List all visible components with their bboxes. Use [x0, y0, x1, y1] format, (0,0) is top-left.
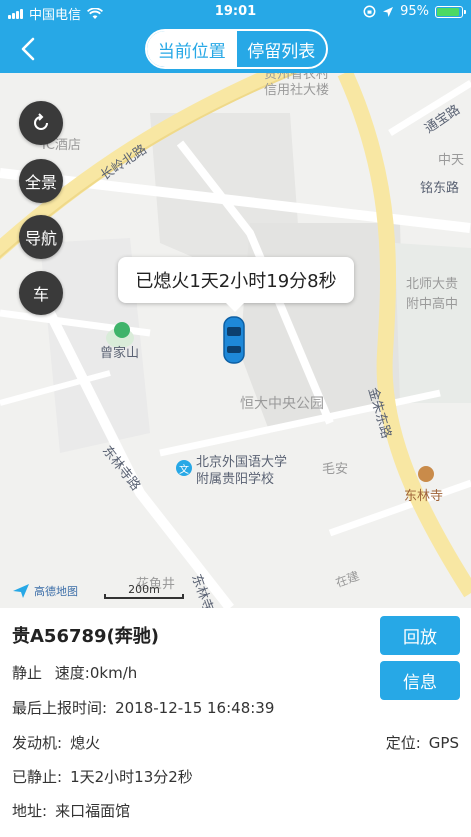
locate-value: GPS — [428, 734, 459, 752]
map-view[interactable]: 贵州省农村 信用社大楼 IC酒店 长岭北路 通宝路 中天 铭东路 北师大贵 附中高中… — [0, 73, 471, 608]
speed-label: 速度: — [54, 664, 90, 682]
back-chevron-icon[interactable] — [14, 34, 44, 64]
view-segmented-control: 当前位置 停留列表 — [145, 29, 328, 69]
locate-row: 定位: GPS — [386, 732, 459, 753]
status-bar: 中国电信 19:01 95% — [0, 0, 471, 24]
gaode-logo: 高德地图 — [12, 583, 78, 599]
navigation-button[interactable]: 导航 — [19, 215, 63, 259]
mingdong-road-label: 铭东路 — [420, 181, 460, 196]
zengjiashan-label: 曾家山 — [100, 346, 140, 361]
report-time-label: 最后上报时间: — [12, 699, 108, 717]
refresh-button[interactable] — [19, 101, 63, 145]
school-poi-icon: 文 — [176, 460, 192, 476]
gaode-label: 高德地图 — [34, 585, 78, 598]
donglin-temple-label: 东林寺 — [404, 489, 444, 504]
stopped-row: 已静止: 1天2小时13分2秒 — [12, 766, 193, 787]
locate-label: 定位: — [385, 734, 421, 752]
header: 中国电信 19:01 95% 当前位置 停留列表 — [0, 0, 471, 73]
report-time-value: 2018-12-15 16:48:39 — [115, 699, 275, 717]
battery-icon — [435, 5, 466, 18]
panorama-button[interactable]: 全景 — [19, 159, 63, 203]
stopped-value: 1天2小时13分2秒 — [70, 768, 193, 786]
gaode-arrow-icon — [13, 584, 29, 598]
info-button[interactable]: 信息 — [380, 661, 460, 700]
report-time-row: 最后上报时间: 2018-12-15 16:48:39 — [12, 697, 274, 718]
temple-poi-icon — [418, 466, 434, 482]
state-label: 静止 — [12, 664, 43, 682]
zhongtian-label: 中天 — [438, 153, 465, 168]
location-arrow-icon — [383, 6, 394, 17]
address-value: 来口福面馆 — [55, 802, 131, 820]
battery-percent: 95% — [400, 4, 429, 19]
status-right: 95% — [363, 4, 466, 19]
engine-label: 发动机: — [12, 734, 63, 752]
engine-value: 熄火 — [70, 734, 101, 752]
address-label: 地址: — [12, 802, 48, 820]
stop-duration-bubble: 已熄火1天2小时19分8秒 — [118, 257, 354, 312]
tab-stay-list[interactable]: 停留列表 — [237, 31, 327, 67]
address-row: 地址: 来口福面馆 — [12, 800, 130, 821]
mountain-poi-icon — [114, 322, 130, 338]
tab-current-location[interactable]: 当前位置 — [147, 31, 237, 67]
speed-row: 静止 速度:0km/h — [12, 662, 137, 683]
rotation-lock-icon — [363, 5, 376, 18]
scale-bar — [104, 594, 184, 599]
credit-union-label: 贵州省农村 信用社大楼 — [264, 73, 330, 98]
nav-bar: 当前位置 停留列表 — [0, 24, 471, 73]
car-button[interactable]: 车 — [19, 271, 63, 315]
app-screen: 中国电信 19:01 95% 当前位置 停留列表 贵州省农村 信用社大楼 IC酒… — [0, 0, 471, 837]
hengda-park-label: 恒大中央公园 — [240, 396, 324, 412]
vehicle-plate: 贵A56789(奔驰) — [12, 626, 160, 647]
stopped-label: 已静止: — [12, 768, 63, 786]
car-marker-icon[interactable] — [222, 315, 246, 365]
bnu-school-label: 北师大贵 附中高中 — [406, 277, 459, 312]
engine-row: 发动机: 熄火 — [12, 732, 100, 753]
beiwai-school-label: 北京外国语大学 附属贵阳学校 — [196, 455, 288, 487]
vehicle-info-panel: 贵A56789(奔驰) 回放 信息 静止 速度:0km/h 最后上报时间: 201… — [0, 608, 471, 837]
map-scale: 200m — [104, 583, 184, 599]
replay-button[interactable]: 回放 — [380, 616, 460, 655]
maoan-label: 毛安 — [322, 462, 349, 477]
speed-value: 0km/h — [89, 664, 138, 682]
refresh-icon — [34, 113, 48, 130]
